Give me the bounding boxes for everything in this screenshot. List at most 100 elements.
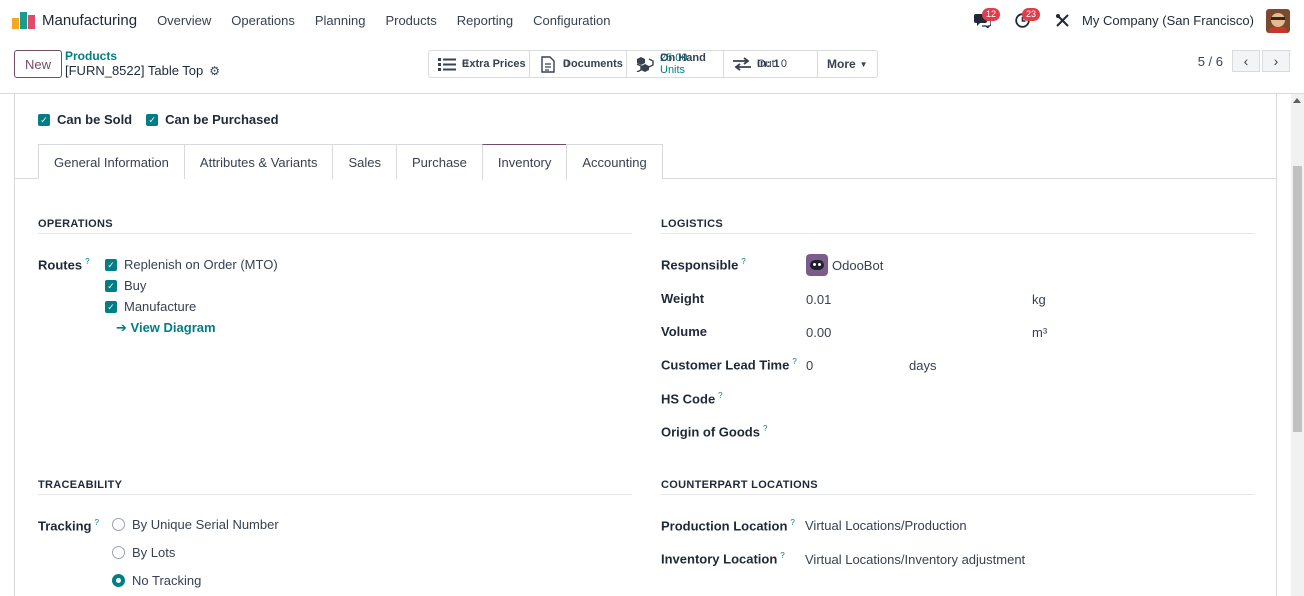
tab-accounting[interactable]: Accounting	[566, 144, 663, 179]
form-sheet: ✓ Can be Sold ✓ Can be Purchased General…	[14, 94, 1277, 596]
help-icon[interactable]: ?	[763, 424, 767, 433]
inventory-location-label: Inventory Location?	[661, 551, 785, 567]
radio-icon	[112, 546, 125, 559]
help-icon[interactable]: ?	[741, 257, 745, 266]
traceability-divider	[38, 494, 632, 495]
responsible-field[interactable]: OdooBot	[806, 254, 883, 276]
list-icon	[437, 54, 457, 74]
counterpart-locations-title: COUNTERPART LOCATIONS	[661, 479, 818, 491]
record-title: [FURN_8522] Table Top ⚙	[65, 63, 220, 78]
weight-label: Weight	[661, 291, 705, 306]
weight-unit: kg	[1032, 292, 1046, 307]
radio-selected-icon	[112, 574, 125, 587]
check-icon: ✓	[146, 113, 159, 126]
document-icon	[538, 54, 558, 74]
company-switcher[interactable]: My Company (San Francisco)	[1082, 13, 1254, 28]
gear-icon[interactable]: ⚙	[209, 64, 220, 78]
messages-badge: 12	[982, 7, 1001, 21]
volume-input[interactable]: 0.00	[806, 325, 831, 340]
extra-prices-label: Extra Prices	[462, 58, 526, 70]
responsible-label: Responsible?	[661, 257, 746, 273]
inventory-location-field[interactable]: Virtual Locations/Inventory adjustment	[805, 552, 1025, 567]
route-manufacture-label: Manufacture	[124, 299, 197, 314]
scrollbar-thumb[interactable]	[1293, 166, 1302, 432]
routes-label: Routes?	[38, 257, 90, 273]
pager-next-button[interactable]: ›	[1262, 50, 1290, 72]
traceability-title: TRACEABILITY	[38, 479, 123, 491]
on-hand-button[interactable]: On Hand 25.00 Units	[627, 51, 724, 77]
check-icon: ✓	[105, 258, 117, 271]
weight-input[interactable]: 0.01	[806, 292, 831, 307]
volume-unit: m³	[1032, 325, 1048, 340]
activities-badge: 23	[1022, 7, 1041, 21]
top-navbar: Manufacturing Overview Operations Planni…	[0, 0, 1304, 41]
documents-button[interactable]: Documents 0	[530, 51, 627, 77]
tracking-lots-radio[interactable]: By Lots	[112, 545, 175, 560]
production-location-field[interactable]: Virtual Locations/Production	[805, 518, 967, 533]
messages-button[interactable]: 12	[968, 7, 1001, 35]
navbar-right: 12 23 My Company (San Francisco)	[968, 0, 1304, 41]
app-name: Manufacturing	[42, 12, 138, 29]
pager: 5 / 6 ‹ ›	[1198, 50, 1290, 72]
menu-reporting[interactable]: Reporting	[447, 13, 523, 28]
help-icon[interactable]: ?	[792, 357, 796, 366]
breadcrumb-products[interactable]: Products	[65, 49, 117, 63]
in-label: In: 1	[757, 58, 780, 70]
odoobot-avatar	[806, 254, 828, 276]
can-be-sold-label: Can be Sold	[57, 112, 133, 127]
page-scrollbar[interactable]	[1291, 94, 1304, 596]
on-hand-label: On Hand	[660, 52, 706, 64]
menu-planning[interactable]: Planning	[305, 13, 376, 28]
activities-button[interactable]: 23	[1008, 7, 1041, 35]
tracking-serial-label: By Unique Serial Number	[132, 517, 279, 532]
help-icon[interactable]: ?	[780, 551, 784, 560]
app-brand[interactable]: Manufacturing	[12, 12, 137, 29]
help-icon[interactable]: ?	[94, 518, 98, 527]
route-buy-label: Buy	[124, 278, 147, 293]
logistics-title: LOGISTICS	[661, 218, 723, 230]
hs-code-label: HS Code?	[661, 391, 723, 407]
arrow-right-icon: ➔	[116, 320, 127, 335]
route-mto[interactable]: ✓ Replenish on Order (MTO)	[105, 257, 278, 272]
can-be-purchased-checkbox[interactable]: ✓ Can be Purchased	[146, 112, 279, 127]
more-button[interactable]: More ▼	[818, 51, 877, 77]
tab-inventory[interactable]: Inventory	[481, 144, 568, 180]
customer-lead-time-label: Customer Lead Time?	[661, 357, 797, 373]
help-icon[interactable]: ?	[718, 391, 722, 400]
chevron-left-icon: ‹	[1243, 53, 1249, 69]
pager-previous-button[interactable]: ‹	[1232, 50, 1260, 72]
help-icon[interactable]: ?	[85, 257, 89, 266]
menu-products[interactable]: Products	[375, 13, 446, 28]
debug-tools-button[interactable]	[1048, 7, 1076, 35]
form-tabs: General Information Attributes & Variant…	[38, 144, 663, 180]
pager-value[interactable]: 5 / 6	[1198, 54, 1223, 69]
menu-operations[interactable]: Operations	[221, 13, 305, 28]
extra-prices-button[interactable]: Extra Prices 0	[429, 51, 530, 77]
customer-lead-time-input[interactable]: 0	[806, 358, 813, 373]
new-button[interactable]: New	[14, 50, 62, 78]
tab-attributes-variants[interactable]: Attributes & Variants	[183, 144, 334, 179]
operations-divider	[38, 233, 632, 234]
can-be-sold-checkbox[interactable]: ✓ Can be Sold	[38, 112, 132, 127]
product-flags: ✓ Can be Sold ✓ Can be Purchased	[38, 112, 293, 127]
tracking-none-radio[interactable]: No Tracking	[112, 573, 201, 588]
in-out-button[interactable]: In: 1 Out: 0	[724, 51, 818, 77]
menu-overview[interactable]: Overview	[147, 13, 221, 28]
help-icon[interactable]: ?	[790, 518, 794, 527]
tab-purchase[interactable]: Purchase	[395, 144, 483, 179]
documents-label: Documents	[563, 58, 623, 70]
counterpart-divider	[661, 494, 1255, 495]
view-diagram-link[interactable]: ➔ View Diagram	[116, 320, 216, 336]
tracking-serial-radio[interactable]: By Unique Serial Number	[112, 517, 279, 532]
customer-lead-time-unit: days	[909, 358, 937, 373]
route-manufacture[interactable]: ✓ Manufacture	[105, 299, 196, 314]
menu-configuration[interactable]: Configuration	[523, 13, 620, 28]
scroll-up-arrow-icon[interactable]	[1293, 98, 1301, 103]
more-label: More	[827, 57, 856, 71]
route-buy[interactable]: ✓ Buy	[105, 278, 146, 293]
tab-general-information[interactable]: General Information	[38, 144, 185, 179]
route-mto-label: Replenish on Order (MTO)	[124, 257, 278, 272]
user-avatar[interactable]	[1266, 8, 1290, 33]
tab-sales[interactable]: Sales	[332, 144, 397, 179]
smart-buttons: Extra Prices 0 Documents 0 On Hand 25.00 Un…	[428, 50, 878, 78]
